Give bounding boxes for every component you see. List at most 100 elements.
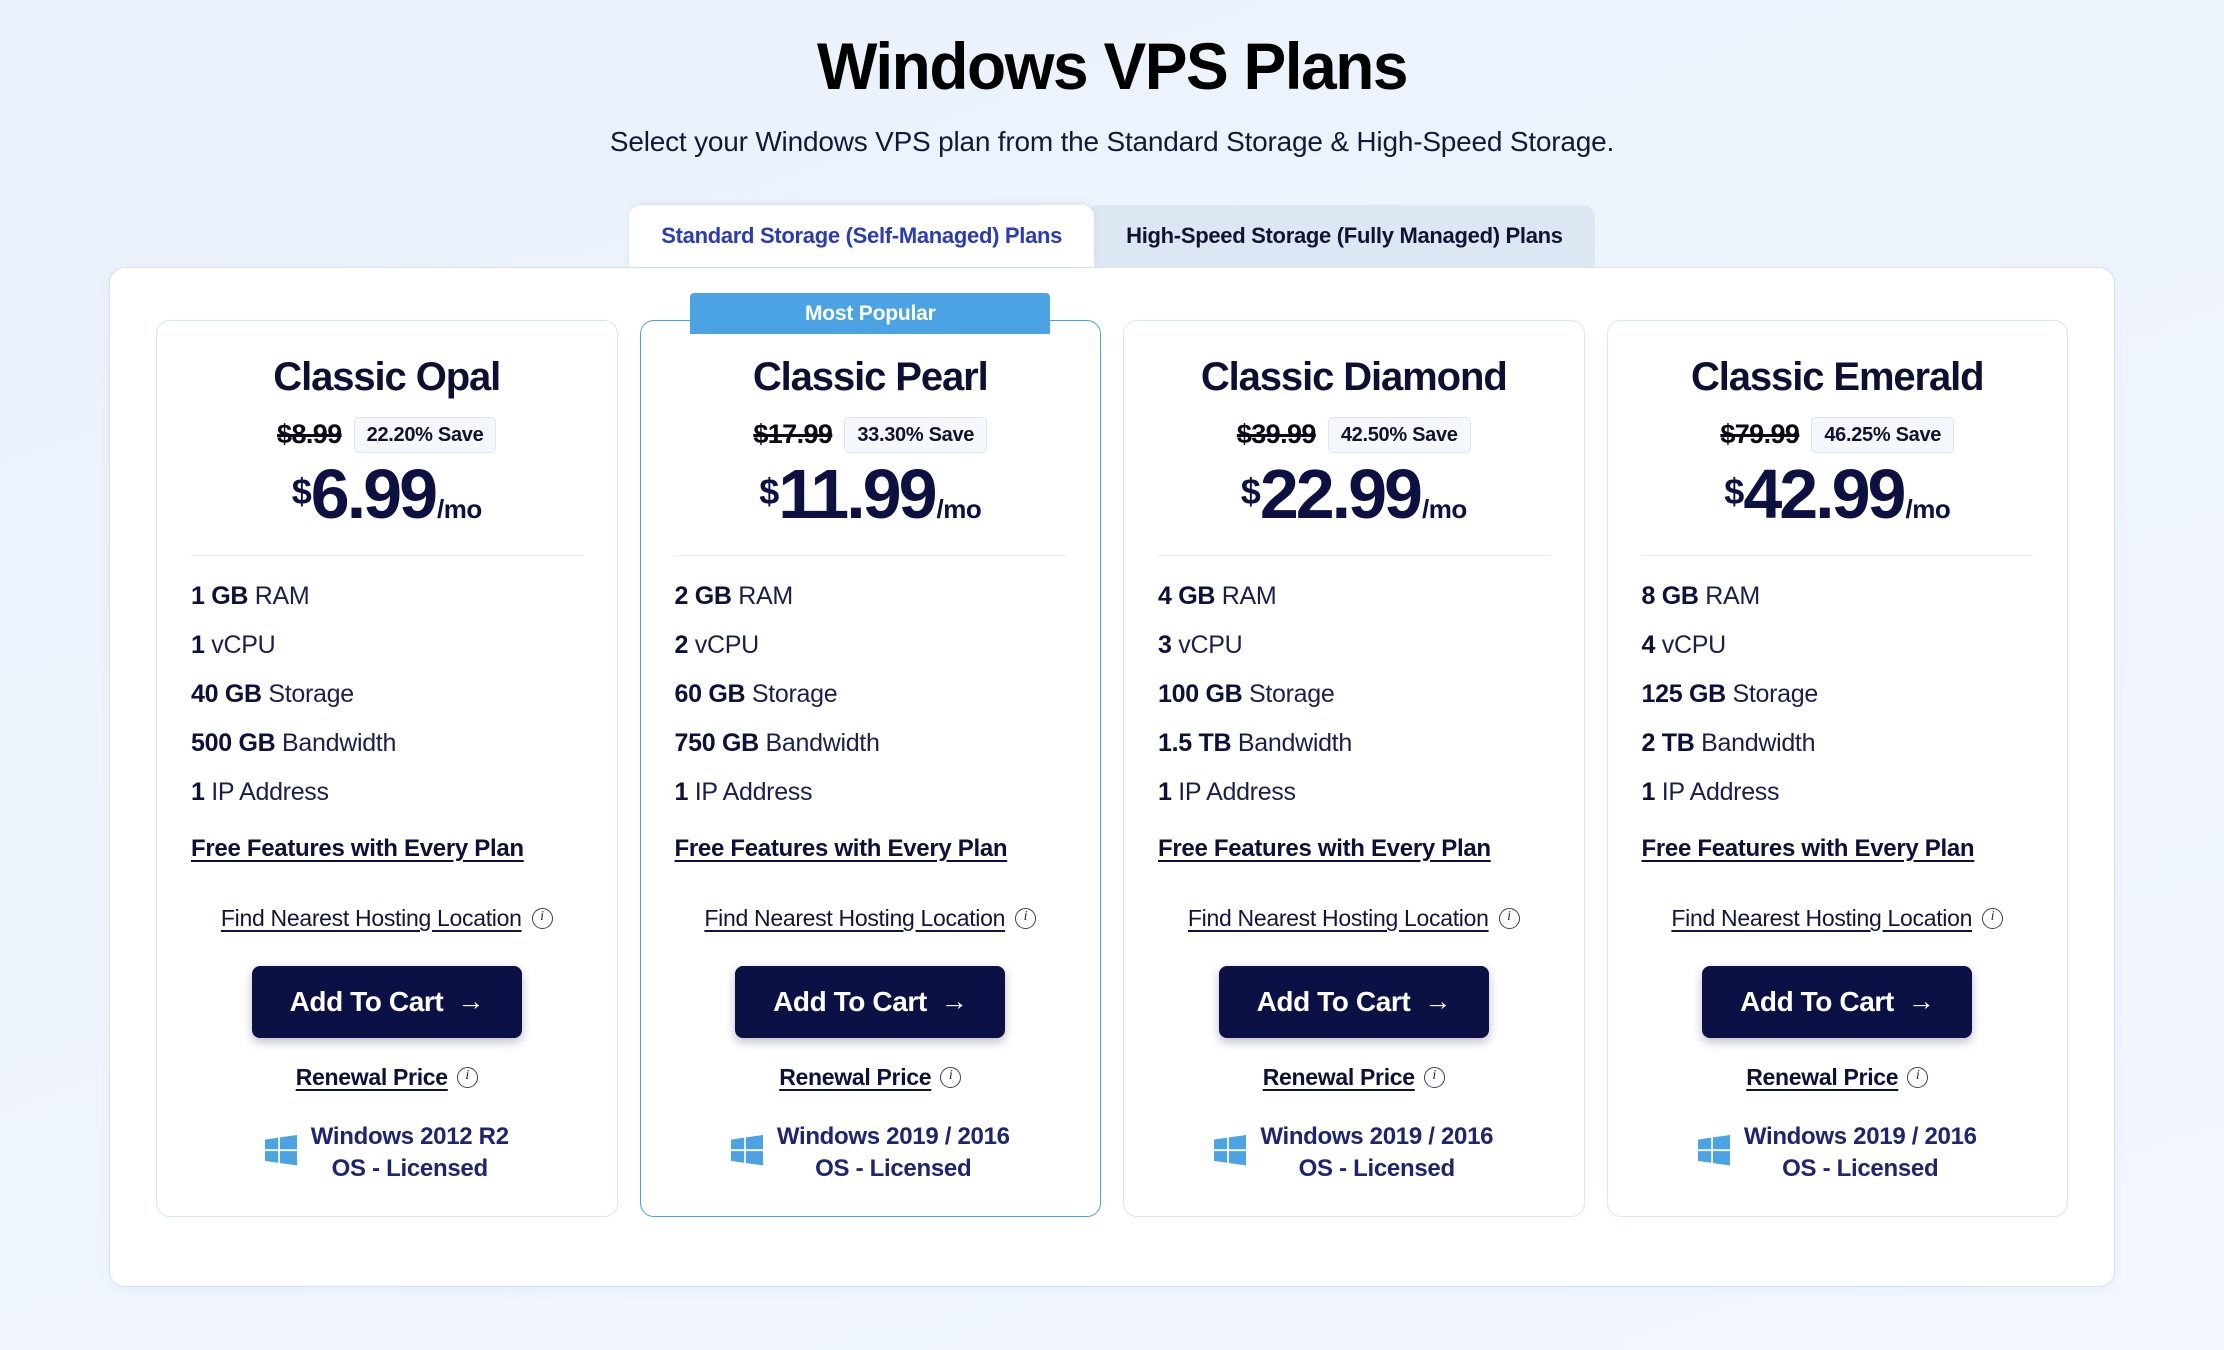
renewal-price-link[interactable]: Renewal Price bbox=[296, 1064, 448, 1091]
save-percent-badge: 33.30% Save bbox=[844, 416, 988, 453]
feature-item: 1 GB RAM bbox=[191, 581, 310, 610]
plan-name: Classic Emerald bbox=[1690, 354, 1985, 399]
price-amount: 6.99 bbox=[310, 454, 438, 533]
cta-row: Add To Cart → bbox=[1158, 965, 1550, 1038]
free-features-link[interactable]: Free Features with Every Plan bbox=[191, 835, 583, 863]
currency-symbol: $ bbox=[1240, 470, 1261, 512]
info-icon[interactable]: i bbox=[1498, 907, 1520, 929]
info-icon[interactable]: i bbox=[1423, 1066, 1445, 1088]
feature-value: 60 GB bbox=[674, 679, 746, 708]
current-price-row: $ 42.99 /mo bbox=[1642, 459, 2034, 529]
info-icon[interactable]: i bbox=[940, 1066, 962, 1088]
feature-value: 1 bbox=[191, 777, 205, 806]
feature-item: 500 GB Bandwidth bbox=[191, 728, 397, 757]
plan-card-classic-diamond: Classic Diamond $39.99 42.50% Save $ 22.… bbox=[1123, 319, 1585, 1217]
most-popular-badge: Most Popular bbox=[690, 292, 1051, 334]
os-licensed: OS - Licensed bbox=[331, 1155, 488, 1183]
original-price-row: $8.99 22.20% Save bbox=[191, 416, 583, 453]
card-divider bbox=[674, 554, 1066, 556]
price-period: /mo bbox=[437, 493, 482, 524]
find-hosting-location-link[interactable]: Find Nearest Hosting Location bbox=[221, 905, 522, 932]
renewal-price-row: Renewal Price i bbox=[675, 1064, 1067, 1091]
feature-item: 125 GB Storage bbox=[1641, 679, 1819, 708]
card-divider bbox=[1641, 554, 2033, 556]
plan-name: Classic Opal bbox=[273, 354, 501, 399]
add-to-cart-label: Add To Cart bbox=[1256, 985, 1411, 1017]
free-features-link[interactable]: Free Features with Every Plan bbox=[675, 835, 1067, 863]
info-icon[interactable]: i bbox=[531, 907, 553, 929]
windows-logo-icon bbox=[1214, 1135, 1247, 1171]
card-divider bbox=[1158, 554, 1550, 556]
price-amount: 22.99 bbox=[1259, 454, 1423, 533]
feature-value: 1.5 TB bbox=[1158, 728, 1232, 757]
arrow-right-icon: → bbox=[457, 986, 484, 1017]
windows-logo-icon bbox=[730, 1135, 763, 1171]
cta-row: Add To Cart → bbox=[1642, 965, 2034, 1038]
info-icon[interactable]: i bbox=[1907, 1066, 1929, 1088]
add-to-cart-button[interactable]: Add To Cart → bbox=[735, 965, 1006, 1038]
feature-item: 4 vCPU bbox=[1641, 630, 1727, 659]
tab-standard-storage[interactable]: Standard Storage (Self-Managed) Plans bbox=[629, 204, 1095, 267]
save-percent-badge: 46.25% Save bbox=[1811, 416, 1955, 453]
plans-panel: Classic Opal $8.99 22.20% Save $ 6.99 /m… bbox=[109, 266, 2115, 1287]
os-row: Windows 2019 / 2016 OS - Licensed bbox=[1642, 1121, 2034, 1186]
renewal-price-link[interactable]: Renewal Price bbox=[1263, 1064, 1415, 1091]
renewal-price-link[interactable]: Renewal Price bbox=[1746, 1064, 1898, 1091]
feature-value: 1 bbox=[1158, 777, 1172, 806]
free-features-link[interactable]: Free Features with Every Plan bbox=[1158, 835, 1550, 863]
card-divider bbox=[191, 554, 583, 556]
plan-features: 2 GB RAM 2 vCPU 60 GB Storage 750 GB Bandwi… bbox=[675, 582, 1067, 827]
windows-logo-icon bbox=[264, 1135, 297, 1171]
free-features-link[interactable]: Free Features with Every Plan bbox=[1642, 835, 2034, 863]
tab-standard-storage-label: Standard Storage (Self-Managed) Plans bbox=[661, 222, 1063, 248]
os-row: Windows 2012 R2 OS - Licensed bbox=[191, 1121, 583, 1186]
add-to-cart-button[interactable]: Add To Cart → bbox=[251, 965, 522, 1038]
os-label: Windows 2012 R2 OS - Licensed bbox=[311, 1121, 509, 1186]
arrow-right-icon: → bbox=[1907, 986, 1935, 1017]
plan-type-tabs: Standard Storage (Self-Managed) Plans Hi… bbox=[0, 203, 2224, 267]
feature-value: 2 GB bbox=[674, 581, 732, 610]
find-hosting-location-link[interactable]: Find Nearest Hosting Location bbox=[1188, 905, 1489, 932]
feature-item: 1 vCPU bbox=[191, 630, 276, 659]
info-icon[interactable]: i bbox=[456, 1066, 478, 1088]
add-to-cart-label: Add To Cart bbox=[773, 985, 927, 1017]
os-name: Windows 2019 / 2016 bbox=[1260, 1122, 1494, 1150]
original-price: $39.99 bbox=[1236, 419, 1317, 450]
page-header: Windows VPS Plans Select your Windows VP… bbox=[0, 0, 2224, 158]
os-row: Windows 2019 / 2016 OS - Licensed bbox=[675, 1121, 1067, 1186]
renewal-price-link[interactable]: Renewal Price bbox=[779, 1064, 931, 1091]
feature-item: 2 GB RAM bbox=[674, 581, 794, 610]
feature-item: 8 GB RAM bbox=[1641, 581, 1761, 610]
current-price-row: $ 22.99 /mo bbox=[1158, 459, 1550, 529]
find-hosting-location-link[interactable]: Find Nearest Hosting Location bbox=[704, 905, 1005, 932]
cta-row: Add To Cart → bbox=[191, 965, 583, 1038]
original-price: $8.99 bbox=[277, 419, 342, 450]
info-icon[interactable]: i bbox=[1982, 907, 2004, 929]
hosting-location-row: Find Nearest Hosting Location i bbox=[1158, 905, 1550, 932]
feature-item: 2 TB Bandwidth bbox=[1641, 728, 1816, 757]
feature-value: 1 bbox=[674, 777, 689, 806]
feature-value: 1 bbox=[191, 630, 205, 659]
add-to-cart-button[interactable]: Add To Cart → bbox=[1218, 965, 1489, 1038]
feature-item: 3 vCPU bbox=[1158, 630, 1243, 659]
os-row: Windows 2019 / 2016 OS - Licensed bbox=[1158, 1121, 1550, 1186]
feature-item: 2 vCPU bbox=[674, 630, 760, 659]
os-name: Windows 2019 / 2016 bbox=[1743, 1122, 1977, 1150]
tab-high-speed-storage[interactable]: High-Speed Storage (Fully Managed) Plans bbox=[1086, 204, 1595, 267]
feature-item: 100 GB Storage bbox=[1158, 679, 1335, 708]
feature-value: 4 GB bbox=[1158, 581, 1216, 610]
feature-value: 2 TB bbox=[1641, 728, 1695, 757]
feature-item: 750 GB Bandwidth bbox=[674, 728, 880, 757]
os-label: Windows 2019 / 2016 OS - Licensed bbox=[1260, 1121, 1493, 1186]
plan-features: 1 GB RAM 1 vCPU 40 GB Storage 500 GB Bandwi… bbox=[191, 582, 583, 827]
page-title: Windows VPS Plans bbox=[816, 29, 1409, 103]
feature-value: 100 GB bbox=[1158, 679, 1243, 708]
feature-item: 1 IP Address bbox=[1158, 777, 1296, 806]
feature-value: 40 GB bbox=[191, 679, 262, 708]
plan-features: 8 GB RAM 4 vCPU 125 GB Storage 2 TB Bandwid… bbox=[1642, 582, 2034, 827]
find-hosting-location-link[interactable]: Find Nearest Hosting Location bbox=[1671, 905, 1972, 932]
add-to-cart-button[interactable]: Add To Cart → bbox=[1702, 965, 1973, 1038]
original-price: $79.99 bbox=[1720, 419, 1800, 450]
info-icon[interactable]: i bbox=[1015, 907, 1037, 929]
current-price-row: $ 6.99 /mo bbox=[191, 459, 583, 529]
